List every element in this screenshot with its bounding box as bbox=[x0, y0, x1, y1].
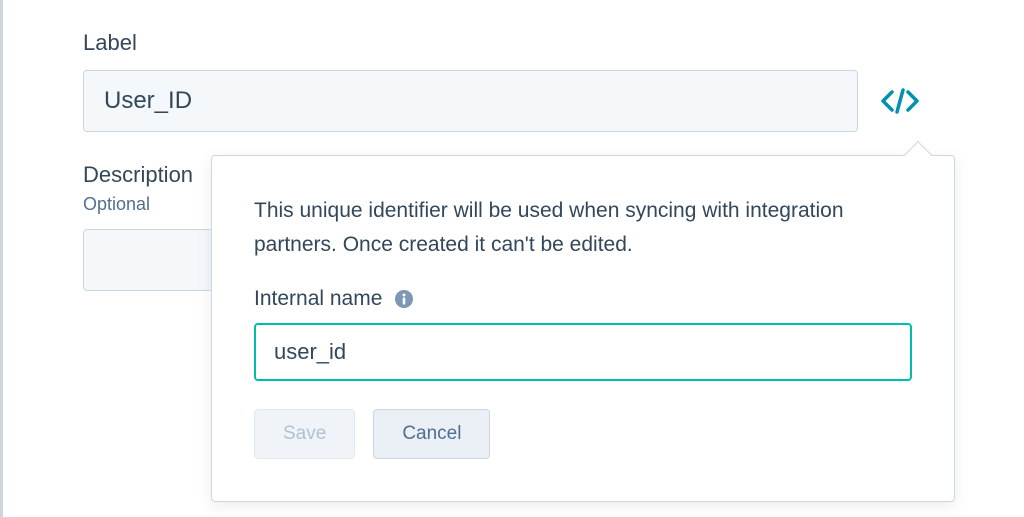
label-field-group: Label bbox=[83, 30, 1024, 132]
popover-button-row: Save Cancel bbox=[254, 409, 912, 459]
internal-name-label: Internal name bbox=[254, 287, 382, 311]
description-input[interactable] bbox=[83, 229, 223, 291]
label-field-label: Label bbox=[83, 30, 1024, 56]
internal-name-input[interactable] bbox=[254, 323, 912, 381]
popover-help-text: This unique identifier will be used when… bbox=[254, 194, 912, 261]
internal-name-popover: This unique identifier will be used when… bbox=[211, 155, 955, 502]
info-icon[interactable] bbox=[394, 289, 414, 309]
code-icon[interactable] bbox=[880, 87, 920, 115]
internal-name-label-row: Internal name bbox=[254, 287, 912, 311]
save-button[interactable]: Save bbox=[254, 409, 355, 459]
label-input-row bbox=[83, 70, 1024, 132]
cancel-button[interactable]: Cancel bbox=[373, 409, 490, 459]
popover-arrow bbox=[904, 141, 932, 169]
label-input[interactable] bbox=[83, 70, 858, 132]
